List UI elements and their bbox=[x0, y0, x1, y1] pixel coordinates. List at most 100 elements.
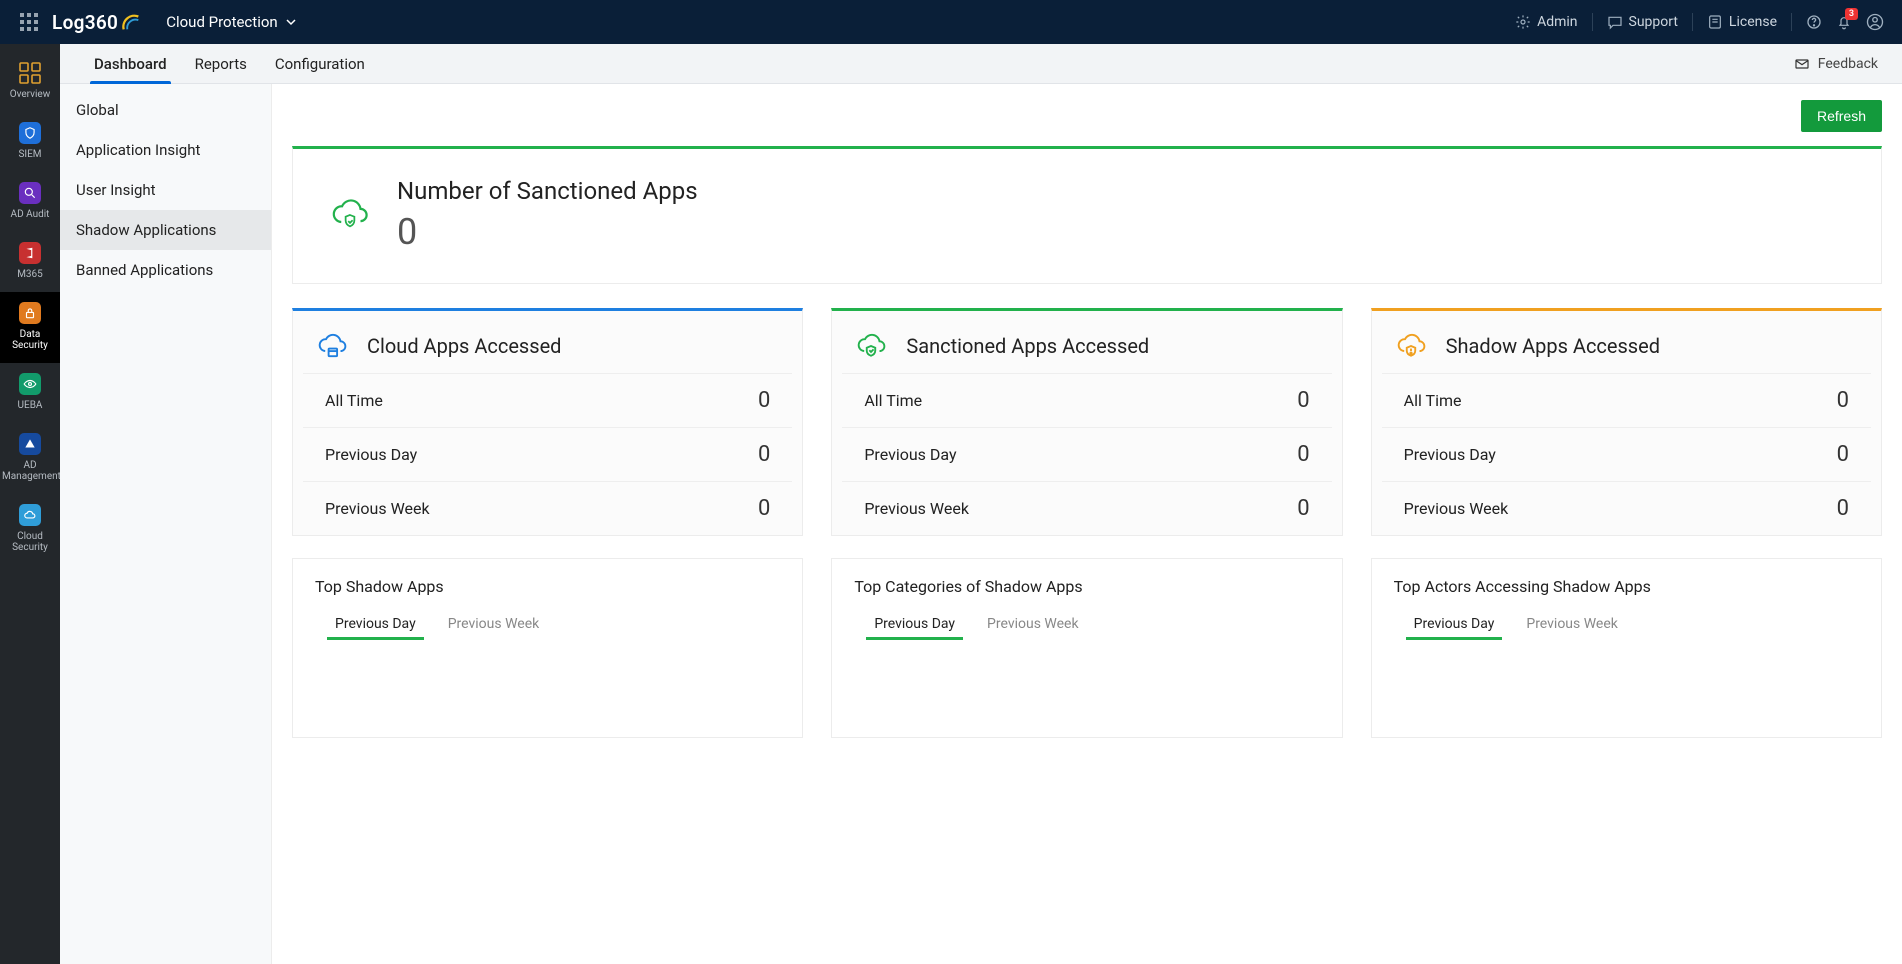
side-panel: Global Application Insight User Insight … bbox=[60, 84, 272, 964]
tab-label: Dashboard bbox=[94, 55, 167, 73]
support-label: Support bbox=[1629, 14, 1678, 30]
tab-previous-week[interactable]: Previous Week bbox=[446, 610, 542, 638]
rail-ad-management[interactable]: AD Management bbox=[0, 423, 60, 494]
metric-value: 0 bbox=[1297, 442, 1309, 467]
admin-label: Admin bbox=[1537, 14, 1577, 30]
sidepanel-application-insight[interactable]: Application Insight bbox=[60, 130, 271, 170]
sidepanel-banned-applications[interactable]: Banned Applications bbox=[60, 250, 271, 290]
tab-configuration[interactable]: Configuration bbox=[261, 44, 379, 83]
cloud-alert-icon bbox=[1394, 329, 1428, 363]
rail-label: Data Security bbox=[2, 329, 58, 351]
license-link[interactable]: License bbox=[1707, 14, 1777, 30]
module-rails: Overview SIEM AD Audit M365 Data Securit… bbox=[0, 44, 60, 964]
hero-card: Number of Sanctioned Apps 0 bbox=[292, 146, 1882, 284]
metric-label: Previous Day bbox=[1404, 445, 1496, 464]
card-title: Sanctioned Apps Accessed bbox=[906, 334, 1149, 358]
top-header: Log360 Cloud Protection Admin Support Li… bbox=[0, 0, 1902, 44]
metric-label: All Time bbox=[325, 391, 383, 410]
cloud-shield-icon bbox=[329, 194, 371, 236]
separator bbox=[1791, 13, 1792, 31]
support-link[interactable]: Support bbox=[1607, 14, 1678, 30]
metric-label: All Time bbox=[864, 391, 922, 410]
card-shadow-apps: Shadow Apps Accessed All Time0 Previous … bbox=[1371, 308, 1882, 536]
tab-dashboard[interactable]: Dashboard bbox=[80, 44, 181, 83]
admin-link[interactable]: Admin bbox=[1515, 14, 1577, 30]
metric-label: All Time bbox=[1404, 391, 1462, 410]
notifications-icon[interactable]: 3 bbox=[1836, 14, 1852, 30]
help-icon[interactable] bbox=[1806, 14, 1822, 30]
card-top-categories: Top Categories of Shadow Apps Previous D… bbox=[831, 558, 1342, 738]
feedback-label: Feedback bbox=[1818, 56, 1878, 72]
rail-overview[interactable]: Overview bbox=[0, 52, 60, 112]
rail-label: AD Management bbox=[2, 460, 58, 482]
sidepanel-shadow-applications[interactable]: Shadow Applications bbox=[60, 210, 271, 250]
metric-value: 0 bbox=[1837, 442, 1849, 467]
rail-label: Overview bbox=[2, 89, 58, 100]
tabs-bar: Dashboard Reports Configuration Feedback bbox=[60, 44, 1902, 84]
card-top-shadow-apps: Top Shadow Apps Previous Day Previous We… bbox=[292, 558, 803, 738]
sidepanel-global[interactable]: Global bbox=[60, 90, 271, 130]
sidepanel-user-insight[interactable]: User Insight bbox=[60, 170, 271, 210]
lcard-title: Top Categories of Shadow Apps bbox=[854, 577, 1319, 596]
rail-label: AD Audit bbox=[2, 209, 58, 220]
tab-reports[interactable]: Reports bbox=[181, 44, 261, 83]
product-dropdown[interactable]: Cloud Protection bbox=[166, 13, 295, 31]
metric-value: 0 bbox=[758, 496, 770, 521]
overview-icon bbox=[19, 62, 41, 84]
metric-label: Previous Week bbox=[1404, 499, 1509, 518]
rail-label: SIEM bbox=[2, 149, 58, 160]
gear-icon bbox=[1515, 14, 1531, 30]
logo-arc-icon bbox=[120, 11, 142, 33]
card-top-actors: Top Actors Accessing Shadow Apps Previou… bbox=[1371, 558, 1882, 738]
dashboard-content: Refresh Number of Sanctioned Apps 0 bbox=[272, 84, 1902, 964]
product-dropdown-label: Cloud Protection bbox=[166, 13, 277, 31]
tab-label: Configuration bbox=[275, 55, 365, 73]
mail-icon bbox=[1794, 56, 1810, 72]
metric-label: Previous Week bbox=[325, 499, 430, 518]
product-logo[interactable]: Log360 bbox=[52, 11, 142, 34]
user-icon[interactable] bbox=[1866, 13, 1884, 31]
metric-label: Previous Day bbox=[325, 445, 417, 464]
rail-m365[interactable]: M365 bbox=[0, 232, 60, 292]
tab-previous-day[interactable]: Previous Day bbox=[872, 610, 957, 638]
hero-title: Number of Sanctioned Apps bbox=[397, 177, 698, 205]
rail-cloud-security[interactable]: Cloud Security bbox=[0, 494, 60, 565]
card-title: Cloud Apps Accessed bbox=[367, 334, 561, 358]
metric-value: 0 bbox=[1297, 496, 1309, 521]
metric-value: 0 bbox=[758, 388, 770, 413]
rail-ueba[interactable]: UEBA bbox=[0, 363, 60, 423]
metric-value: 0 bbox=[1837, 496, 1849, 521]
card-cloud-apps: Cloud Apps Accessed All Time 0 Previous D… bbox=[292, 308, 803, 536]
rail-data-security[interactable]: Data Security bbox=[0, 292, 60, 363]
search-icon bbox=[19, 182, 41, 204]
separator bbox=[1592, 13, 1593, 31]
chat-icon bbox=[1607, 14, 1623, 30]
tab-previous-day[interactable]: Previous Day bbox=[1412, 610, 1497, 638]
shield-icon bbox=[19, 122, 41, 144]
notification-badge: 3 bbox=[1845, 8, 1858, 20]
triangle-icon bbox=[19, 433, 41, 455]
refresh-button[interactable]: Refresh bbox=[1801, 100, 1882, 132]
lock-icon bbox=[19, 302, 41, 324]
feedback-link[interactable]: Feedback bbox=[1794, 44, 1882, 83]
chevron-down-icon bbox=[286, 17, 296, 27]
apps-grid-icon[interactable] bbox=[20, 13, 38, 31]
card-sanctioned-apps: Sanctioned Apps Accessed All Time 0 Previ… bbox=[831, 308, 1342, 536]
metric-label: Previous Week bbox=[864, 499, 969, 518]
product-name: Log360 bbox=[52, 11, 118, 34]
eye-icon bbox=[19, 373, 41, 395]
license-icon bbox=[1707, 14, 1723, 30]
hero-value: 0 bbox=[397, 211, 698, 253]
rail-label: UEBA bbox=[2, 400, 58, 411]
tab-previous-day[interactable]: Previous Day bbox=[333, 610, 418, 638]
license-label: License bbox=[1729, 14, 1777, 30]
rail-label: Cloud Security bbox=[2, 531, 58, 553]
metric-label: Previous Day bbox=[864, 445, 956, 464]
cloud-icon bbox=[19, 504, 41, 526]
tab-previous-week[interactable]: Previous Week bbox=[1524, 610, 1620, 638]
lcard-title: Top Shadow Apps bbox=[315, 577, 780, 596]
rail-siem[interactable]: SIEM bbox=[0, 112, 60, 172]
rail-ad-audit[interactable]: AD Audit bbox=[0, 172, 60, 232]
tab-label: Reports bbox=[195, 55, 247, 73]
tab-previous-week[interactable]: Previous Week bbox=[985, 610, 1081, 638]
